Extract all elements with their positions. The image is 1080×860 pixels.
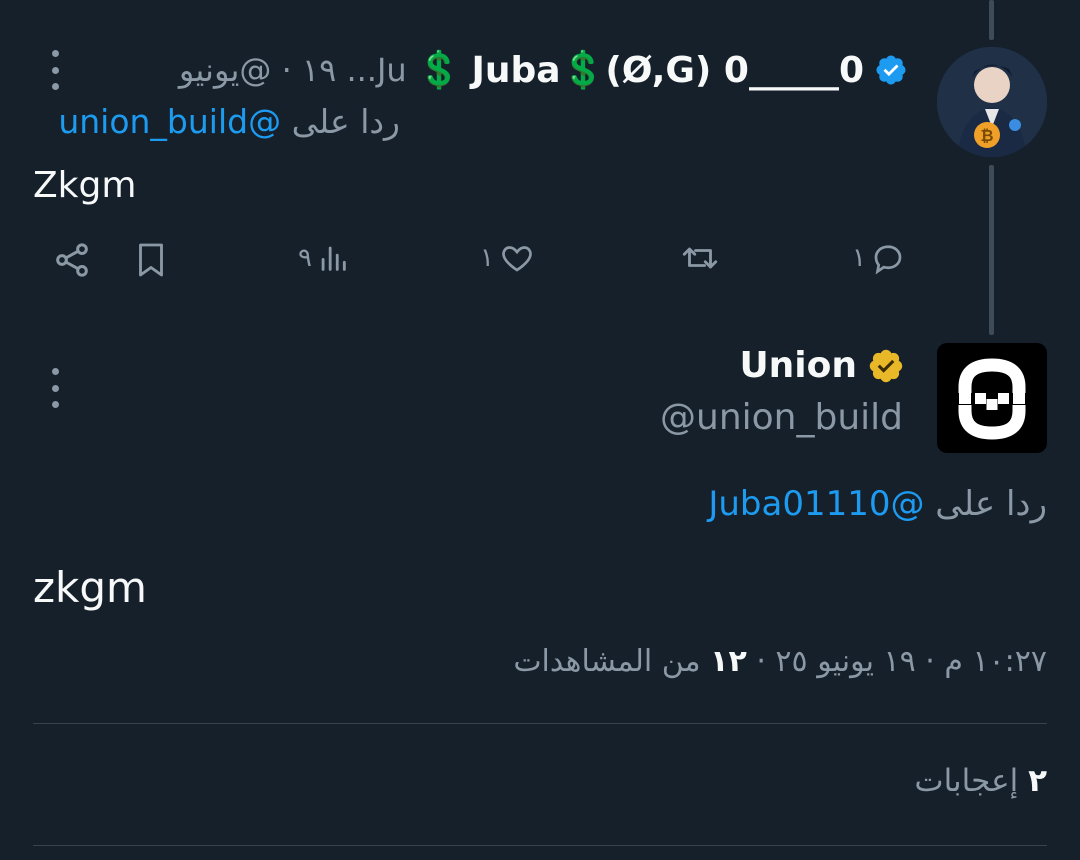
main-author-handle[interactable]: @union_build <box>660 397 903 438</box>
thread-line-top <box>989 0 994 40</box>
main-replying-to-prefix: ردا على <box>935 484 1047 524</box>
verified-blue-badge-icon <box>876 55 906 85</box>
reply-tweet-header: Juba💲(Ø,G) 0_____0 💲 Ju... ١٩ · @يونيو <box>179 42 908 98</box>
money-emoji: 💲 <box>416 50 462 91</box>
tweet-views-label: من المشاهدات <box>513 644 701 679</box>
reply-tweet-text: Zkgm <box>33 165 137 206</box>
divider-top <box>33 723 1047 724</box>
retweet-icon <box>682 247 718 269</box>
bookmark-icon <box>139 243 163 277</box>
main-author-row: Union <box>739 345 905 386</box>
svg-text:₿: ₿ <box>980 126 993 145</box>
likes-label: إعجابات <box>914 763 1019 799</box>
divider-bottom <box>33 845 1047 846</box>
views-action[interactable]: ٩ <box>298 240 350 276</box>
replying-to-prefix: ردا على <box>291 102 400 141</box>
main-replying-to: ردا على @Juba01110 <box>708 484 1047 524</box>
reply-author-name[interactable]: Juba💲(Ø,G) 0_____0 <box>472 49 864 91</box>
share-action[interactable] <box>52 240 92 280</box>
like-icon <box>502 246 532 272</box>
avatar[interactable]: ₿ <box>937 47 1047 157</box>
views-icon <box>321 246 346 271</box>
reply-count: ١ <box>852 243 866 273</box>
reply-replying-to: ردا على @union_build <box>58 102 400 141</box>
main-replying-to-handle[interactable]: @Juba01110 <box>708 484 924 524</box>
like-count: ١ <box>480 243 494 273</box>
main-tweet-text: zkgm <box>33 563 147 612</box>
likes-count: ٢ <box>1028 763 1047 799</box>
views-count: ٩ <box>298 243 312 273</box>
share-icon <box>56 243 88 277</box>
bookmark-action[interactable] <box>133 240 169 280</box>
main-more-options-icon[interactable] <box>44 368 66 408</box>
reply-icon <box>874 245 902 275</box>
union-avatar[interactable] <box>937 343 1047 453</box>
tweet-timestamp[interactable]: ١٠:٢٧ م · ١٩ يونيو ٢٥ <box>775 644 1047 679</box>
tweet-views-count: ١٢ <box>710 644 747 679</box>
reply-more-options-icon[interactable] <box>44 50 66 90</box>
retweet-action[interactable] <box>680 240 724 276</box>
main-author-name[interactable]: Union <box>739 345 857 386</box>
reply-action[interactable]: ١ <box>852 240 906 276</box>
thread-line-bottom <box>989 165 994 335</box>
replying-to-handle[interactable]: @union_build <box>58 102 281 141</box>
main-tweet-meta: ١٠:٢٧ م · ١٩ يونيو ٢٥ · ١٢ من المشاهدات <box>513 644 1047 679</box>
likes-summary[interactable]: ٢ إعجابات <box>914 763 1047 799</box>
verified-gold-badge-icon <box>869 349 903 382</box>
like-action[interactable]: ١ <box>480 240 536 276</box>
reply-meta[interactable]: Ju... ١٩ · @يونيو <box>179 51 407 89</box>
